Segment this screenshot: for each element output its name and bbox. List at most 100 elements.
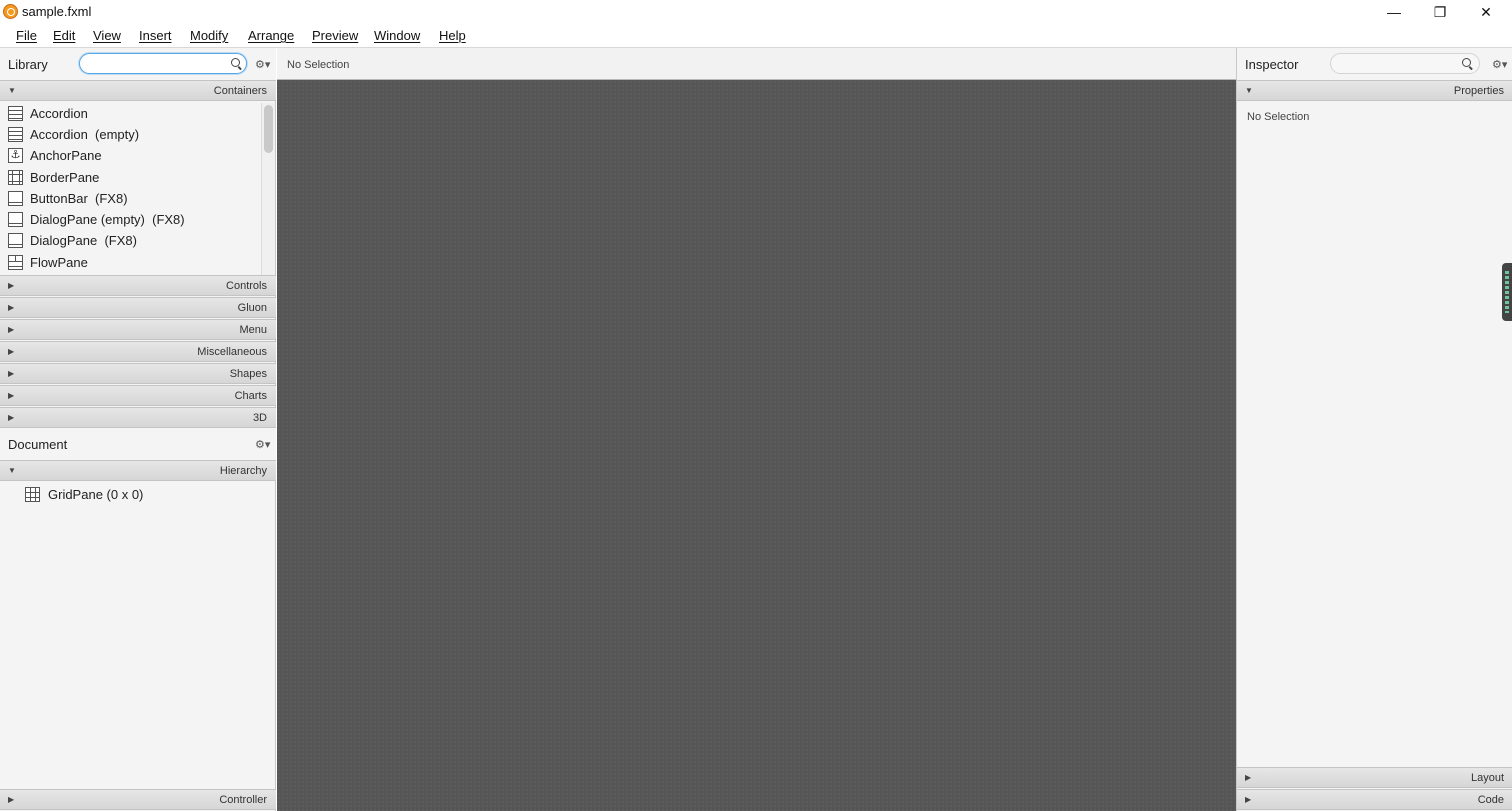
library-item[interactable]: DialogPane (empty) (FX8)	[0, 209, 261, 230]
menu-file[interactable]: File	[16, 28, 37, 43]
menu-arrange[interactable]: Arrange	[248, 28, 294, 43]
inspector-search-box[interactable]	[1330, 53, 1480, 74]
library-item[interactable]: ButtonBar (FX8)	[0, 188, 261, 209]
section-controller[interactable]: ▶ Controller	[0, 789, 276, 810]
search-icon[interactable]	[1462, 58, 1474, 70]
menu-edit[interactable]: Edit	[53, 28, 75, 43]
library-item-label: FlowPane	[30, 255, 88, 270]
library-item-label: BorderPane	[30, 170, 100, 185]
collapsed-triangle-icon: ▶	[8, 303, 15, 312]
section-charts[interactable]: ▶ Charts	[0, 385, 276, 406]
dialog-pane-icon	[8, 233, 23, 248]
app-logo-icon	[3, 4, 18, 19]
section-label: Layout	[1470, 772, 1504, 784]
close-button[interactable]: ✕	[1463, 0, 1509, 24]
border-pane-icon	[8, 170, 23, 185]
section-3d[interactable]: ▶ 3D	[0, 407, 276, 428]
section-miscellaneous[interactable]: ▶ Miscellaneous	[0, 341, 276, 362]
section-shapes[interactable]: ▶ Shapes	[0, 363, 276, 384]
library-item-label: DialogPane (FX8)	[30, 233, 137, 248]
library-item[interactable]: BorderPane	[0, 167, 261, 188]
inspector-title: Inspector	[1245, 57, 1299, 72]
section-label: Charts	[234, 390, 267, 402]
expanded-triangle-icon: ▼	[8, 466, 16, 475]
inspector-search-input[interactable]	[1339, 56, 1459, 71]
library-item-label: AnchorPane	[30, 148, 102, 163]
library-scrollbar-thumb[interactable]	[264, 105, 273, 153]
collapsed-triangle-icon: ▶	[8, 325, 15, 334]
section-properties[interactable]: ▼ Properties	[1237, 80, 1512, 101]
library-item[interactable]: Accordion (empty)	[0, 124, 261, 145]
left-panel: Library ⚙▾ ▼ Containers Accordion Accord…	[0, 48, 276, 811]
title-bar: sample.fxml — ❐ ✕	[0, 0, 1512, 24]
library-item[interactable]: Accordion	[0, 103, 261, 124]
section-label: Shapes	[229, 368, 267, 380]
expanded-triangle-icon: ▼	[1245, 86, 1253, 95]
menu-modify[interactable]: Modify	[190, 28, 228, 43]
anchor-icon: ⚓	[8, 148, 23, 163]
menu-bar: File Edit View Insert Modify Arrange Pre…	[0, 24, 1512, 48]
library-scrollbar[interactable]	[261, 103, 275, 275]
accordion-icon	[8, 106, 23, 121]
library-item[interactable]: ⚓ AnchorPane	[0, 145, 261, 166]
button-bar-icon	[8, 191, 23, 206]
document-gear-icon[interactable]: ⚙▾	[255, 438, 271, 451]
collapsed-triangle-icon: ▶	[8, 281, 15, 290]
inspector-panel: Inspector ⚙▾ ▼ Properties No Selection ▶…	[1236, 48, 1512, 811]
section-label: 3D	[252, 412, 267, 424]
collapsed-triangle-icon: ▶	[1245, 773, 1252, 782]
library-search-box[interactable]	[79, 53, 247, 74]
restore-button[interactable]: ❐	[1417, 0, 1463, 24]
dialog-pane-icon	[8, 212, 23, 227]
collapsed-triangle-icon: ▶	[8, 413, 15, 422]
section-label: Controls	[226, 280, 267, 292]
expanded-triangle-icon: ▼	[8, 86, 16, 95]
library-header: Library ⚙▾	[0, 48, 276, 80]
minimize-button[interactable]: —	[1371, 0, 1417, 24]
section-label: Menu	[239, 324, 267, 336]
section-containers[interactable]: ▼ Containers	[0, 80, 276, 101]
section-layout[interactable]: ▶ Layout	[1237, 767, 1512, 788]
content-header: No Selection	[277, 48, 1236, 80]
section-label: Miscellaneous	[197, 346, 267, 358]
menu-window[interactable]: Window	[374, 28, 420, 43]
design-canvas[interactable]	[277, 80, 1236, 811]
section-code[interactable]: ▶ Code	[1237, 789, 1512, 810]
section-label: Containers	[213, 85, 267, 97]
selection-path: No Selection	[287, 59, 350, 71]
menu-help[interactable]: Help	[439, 28, 466, 43]
hierarchy-item-label: GridPane (0 x 0)	[48, 487, 144, 502]
inspector-gear-icon[interactable]: ⚙▾	[1492, 58, 1508, 71]
document-title: Document	[8, 437, 68, 452]
library-item[interactable]: DialogPane (FX8)	[0, 230, 261, 251]
section-controls[interactable]: ▶ Controls	[0, 275, 276, 296]
library-item-label: Accordion	[30, 106, 88, 121]
library-title: Library	[8, 57, 48, 72]
library-search-input[interactable]	[88, 56, 228, 71]
section-menu[interactable]: ▶ Menu	[0, 319, 276, 340]
hierarchy-item[interactable]: GridPane (0 x 0)	[0, 486, 276, 506]
side-handle[interactable]	[1502, 263, 1512, 321]
library-item-label: ButtonBar (FX8)	[30, 191, 128, 206]
document-header: Document ⚙▾	[0, 428, 276, 460]
menu-insert[interactable]: Insert	[139, 28, 172, 43]
inspector-header: Inspector ⚙▾	[1237, 48, 1512, 80]
library-item-label: DialogPane (empty) (FX8)	[30, 212, 185, 227]
section-label: Code	[1477, 794, 1504, 806]
window-title: sample.fxml	[22, 4, 92, 19]
menu-view[interactable]: View	[93, 28, 121, 43]
library-item-label: Accordion (empty)	[30, 127, 140, 142]
search-icon[interactable]	[231, 58, 243, 70]
menu-preview[interactable]: Preview	[312, 28, 358, 43]
collapsed-triangle-icon: ▶	[8, 795, 15, 804]
collapsed-triangle-icon: ▶	[8, 347, 15, 356]
section-gluon[interactable]: ▶ Gluon	[0, 297, 276, 318]
section-label: Gluon	[237, 302, 267, 314]
library-item[interactable]: FlowPane	[0, 252, 261, 273]
library-gear-icon[interactable]: ⚙▾	[255, 58, 271, 71]
section-label: Properties	[1453, 85, 1504, 97]
section-label: Controller	[219, 794, 267, 806]
section-hierarchy[interactable]: ▼ Hierarchy	[0, 460, 276, 481]
inspector-empty-text: No Selection	[1247, 111, 1310, 123]
library-item-list: Accordion Accordion (empty) ⚓ AnchorPane…	[0, 103, 261, 275]
